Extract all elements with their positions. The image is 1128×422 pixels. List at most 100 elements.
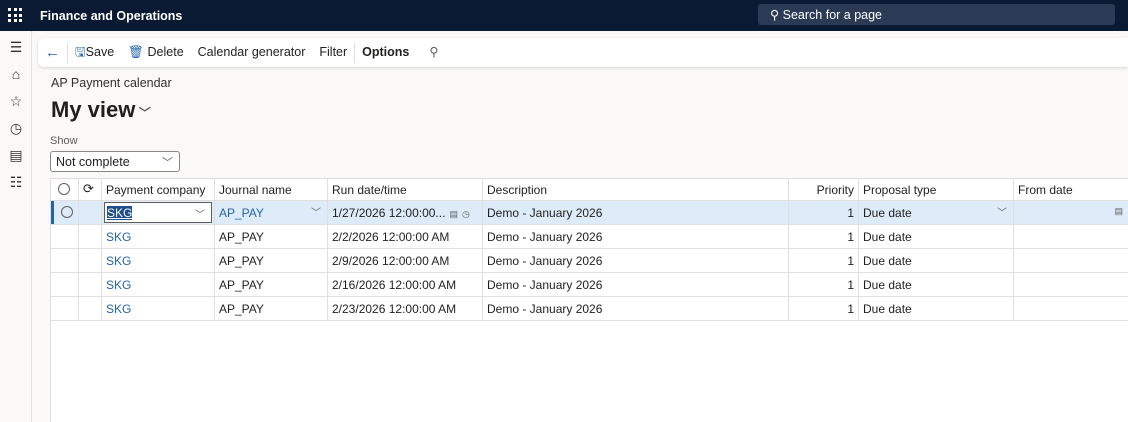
company-value: SKG: [107, 206, 133, 220]
description-cell[interactable]: Demo - January 2026: [483, 297, 789, 320]
run-value: 1/27/2026 12:00:00...: [332, 206, 446, 220]
row-select[interactable]: [51, 273, 79, 296]
run-date-cell[interactable]: 2/9/2026 12:00:00 AM: [328, 249, 483, 272]
description-cell[interactable]: Demo - January 2026: [483, 249, 789, 272]
run-date-cell[interactable]: 2/2/2026 12:00:00 AM: [328, 225, 483, 248]
run-date-field[interactable]: 1/27/2026 12:00:00... ▤ ◷: [328, 201, 483, 224]
page-title: My view: [51, 97, 136, 122]
modules-icon[interactable]: ☷: [7, 173, 25, 191]
search-input[interactable]: ⚲ Search for a page: [758, 4, 1115, 25]
row-select[interactable]: [51, 249, 79, 272]
payment-company-link[interactable]: SKG: [102, 297, 215, 320]
calendar-generator-button[interactable]: Calendar generator: [191, 38, 313, 67]
journal-name-cell[interactable]: AP_PAY: [215, 249, 328, 272]
row-spacer: [79, 201, 102, 224]
view-selector[interactable]: My view ﹀: [51, 97, 151, 123]
proposal-type-cell[interactable]: Due date: [859, 225, 1014, 248]
payment-company-field[interactable]: SKG ﹀: [102, 201, 215, 224]
left-nav: ☰ ⌂ ☆ ◷ ▤ ☷: [0, 31, 32, 422]
back-icon[interactable]: ←: [38, 38, 67, 67]
priority-cell[interactable]: 1: [789, 249, 859, 272]
header-priority[interactable]: Priority: [789, 179, 859, 200]
chevron-down-icon: ﹀: [997, 208, 1007, 219]
row-select[interactable]: [51, 225, 79, 248]
delete-label: Delete: [147, 45, 184, 59]
header-run-date[interactable]: Run date/time: [328, 179, 483, 200]
row-select[interactable]: [51, 297, 79, 320]
from-date-cell[interactable]: [1014, 225, 1128, 248]
proposal-value: Due date: [863, 206, 912, 220]
header-row: ⟳ Payment company Journal name Run date/…: [51, 178, 1128, 201]
journal-name-cell[interactable]: AP_PAY: [215, 297, 328, 320]
run-date-cell[interactable]: 2/16/2026 12:00:00 AM: [328, 273, 483, 296]
save-label: Save: [85, 45, 115, 59]
priority-cell[interactable]: 1: [789, 273, 859, 296]
proposal-type-cell[interactable]: Due date: [859, 273, 1014, 296]
chevron-down-icon: ﹀: [135, 106, 151, 120]
options-button[interactable]: Options: [355, 38, 416, 67]
priority-cell[interactable]: 1: [789, 225, 859, 248]
delete-button[interactable]: 🗑 Delete: [121, 38, 191, 67]
app-launcher-icon[interactable]: [8, 8, 22, 22]
home-icon[interactable]: ⌂: [7, 65, 25, 83]
refresh-icon[interactable]: ⟳: [79, 179, 102, 200]
journal-name-field[interactable]: AP_PAY ﹀: [215, 201, 328, 224]
top-bar: Finance and Operations ⚲ Search for a pa…: [0, 0, 1128, 31]
breadcrumb: AP Payment calendar: [51, 76, 172, 90]
priority-cell[interactable]: 1: [789, 297, 859, 320]
search-icon[interactable]: ⚲: [422, 38, 445, 67]
payment-company-link[interactable]: SKG: [102, 225, 215, 248]
from-date-field[interactable]: ▤: [1014, 201, 1128, 224]
proposal-type-cell[interactable]: Due date: [859, 297, 1014, 320]
from-date-cell[interactable]: [1014, 297, 1128, 320]
action-bar: ← 🖫Save 🗑 Delete Calendar generator Filt…: [38, 38, 1128, 67]
calendar-icon[interactable]: ▤: [449, 209, 458, 219]
table-row[interactable]: SKG AP_PAY 2/9/2026 12:00:00 AM Demo - Janu…: [51, 249, 1128, 273]
calendar-icon[interactable]: ▤: [1114, 206, 1123, 217]
description-cell[interactable]: Demo - January 2026: [483, 225, 789, 248]
table-row[interactable]: SKG ﹀ AP_PAY ﹀ 1/27/2026 12:00:00... ▤ ◷ Dem…: [51, 201, 1128, 225]
star-icon[interactable]: ☆: [7, 92, 25, 110]
search-placeholder: Search for a page: [782, 8, 883, 22]
priority-field[interactable]: 1: [789, 201, 859, 224]
payment-company-link[interactable]: SKG: [102, 273, 215, 296]
row-spacer: [79, 225, 102, 248]
description-field[interactable]: Demo - January 2026: [483, 201, 789, 224]
chevron-down-icon: ﹀: [162, 157, 173, 169]
table-row[interactable]: SKG AP_PAY 2/23/2026 12:00:00 AM Demo - Jan…: [51, 297, 1128, 321]
clock-icon[interactable]: ◷: [7, 119, 25, 137]
proposal-type-cell[interactable]: Due date: [859, 249, 1014, 272]
journal-name-cell[interactable]: AP_PAY: [215, 273, 328, 296]
save-icon: 🖫: [75, 45, 86, 59]
header-payment-company[interactable]: Payment company: [102, 179, 215, 200]
workspace-icon[interactable]: ▤: [7, 146, 25, 164]
row-spacer: [79, 297, 102, 320]
select-all-checkbox[interactable]: [51, 179, 79, 200]
row-select[interactable]: [51, 201, 79, 224]
show-select[interactable]: Not complete ﹀: [50, 151, 180, 172]
journal-name-cell[interactable]: AP_PAY: [215, 225, 328, 248]
from-date-cell[interactable]: [1014, 249, 1128, 272]
header-from-date[interactable]: From date: [1014, 179, 1128, 200]
table-row[interactable]: SKG AP_PAY 2/16/2026 12:00:00 AM Demo - Jan…: [51, 273, 1128, 297]
table-row[interactable]: SKG AP_PAY 2/2/2026 12:00:00 AM Demo - Janu…: [51, 225, 1128, 249]
show-value: Not complete: [56, 155, 130, 169]
row-spacer: [79, 249, 102, 272]
header-journal-name[interactable]: Journal name: [215, 179, 328, 200]
show-label: Show: [50, 135, 78, 147]
filter-button[interactable]: Filter: [312, 38, 354, 67]
payment-company-link[interactable]: SKG: [102, 249, 215, 272]
chevron-down-icon: ﹀: [195, 210, 205, 221]
proposal-type-field[interactable]: Due date ﹀: [859, 201, 1014, 224]
save-button[interactable]: 🖫Save: [68, 38, 121, 67]
run-date-cell[interactable]: 2/23/2026 12:00:00 AM: [328, 297, 483, 320]
description-cell[interactable]: Demo - January 2026: [483, 273, 789, 296]
from-date-cell[interactable]: [1014, 273, 1128, 296]
delete-icon: 🗑: [128, 45, 145, 59]
search-icon: ⚲: [770, 8, 783, 22]
payment-calendar-grid: ⟳ Payment company Journal name Run date/…: [50, 178, 1128, 422]
header-proposal-type[interactable]: Proposal type: [859, 179, 1014, 200]
header-description[interactable]: Description: [483, 179, 789, 200]
clock-icon[interactable]: ◷: [462, 209, 470, 219]
hamburger-icon[interactable]: ☰: [7, 38, 25, 56]
